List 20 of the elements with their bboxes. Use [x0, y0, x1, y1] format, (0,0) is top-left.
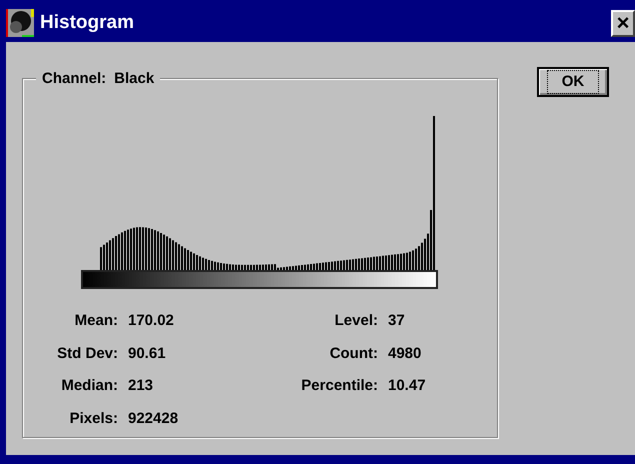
ok-button[interactable]: OK — [537, 67, 609, 97]
stat-value: 10.47 — [388, 376, 426, 396]
close-button[interactable]: × — [611, 10, 635, 36]
channel-value: Black — [114, 69, 154, 89]
stat-label: Percentile: — [300, 376, 378, 396]
stat-value: 170.02 — [128, 311, 175, 331]
stat-value: 90.61 — [128, 344, 167, 364]
stat-label: Mean: — [74, 311, 118, 331]
stat-value: 4980 — [388, 344, 422, 364]
app-icon — [6, 9, 34, 37]
channel-label: Channel: — [42, 69, 106, 89]
stat-value: 37 — [388, 311, 406, 331]
stat-label: Median: — [60, 376, 118, 396]
stat-label: Std Dev: — [56, 344, 118, 364]
stat-value: 922428 — [128, 408, 178, 428]
stat-label: Level: — [334, 311, 378, 331]
stat-label: Count: — [328, 344, 378, 364]
stat-label: Pixels: — [68, 408, 118, 428]
stat-value: 213 — [128, 376, 154, 396]
window-title: Histogram — [40, 10, 134, 35]
